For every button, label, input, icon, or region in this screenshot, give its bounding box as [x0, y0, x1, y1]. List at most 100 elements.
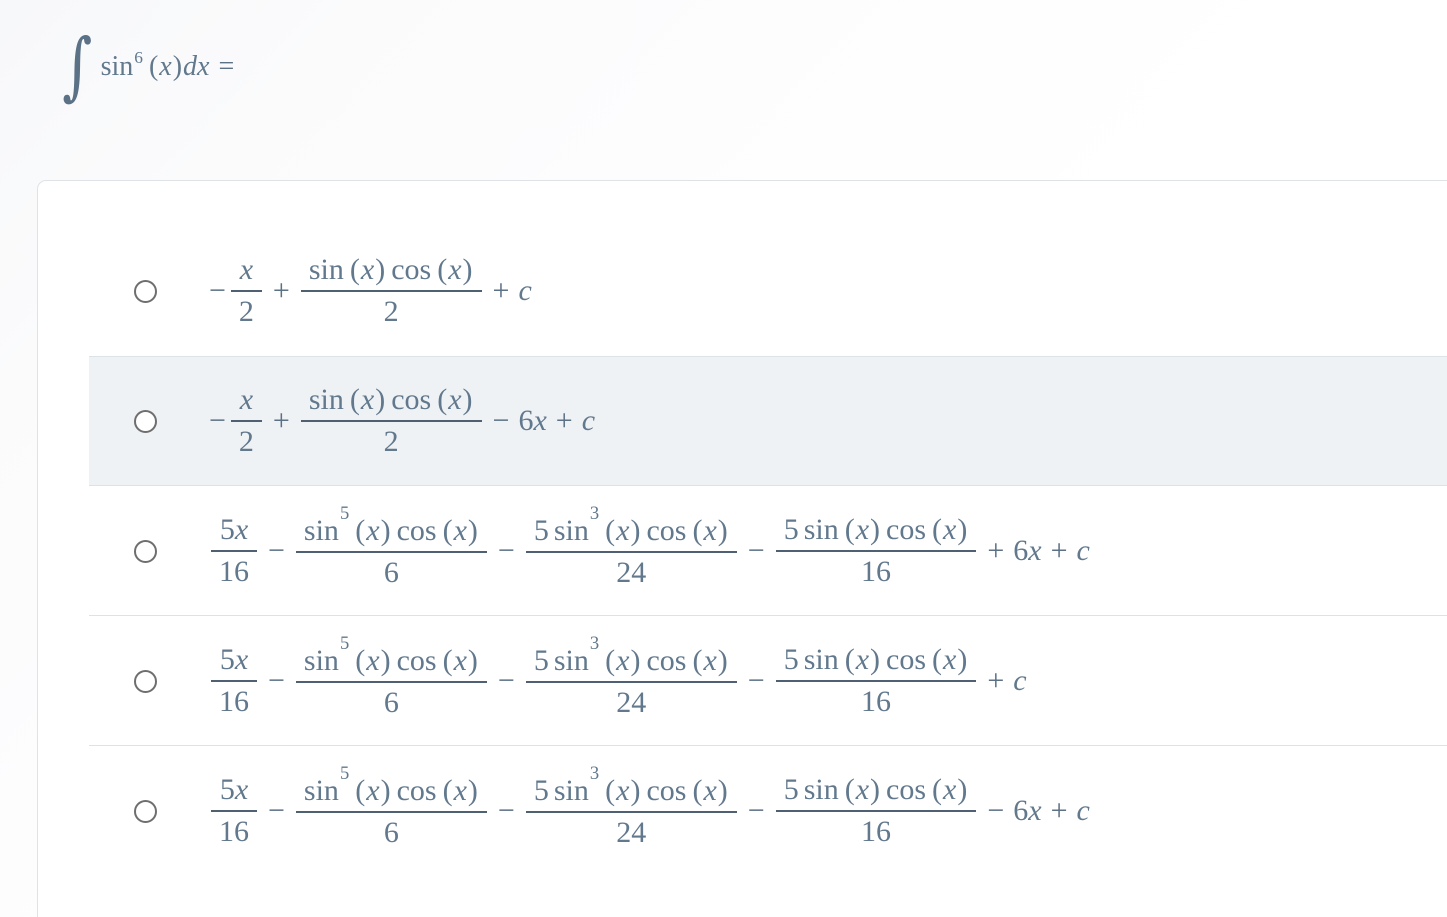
frac-den: 2 [383, 295, 399, 328]
op-plus: + [987, 664, 1005, 697]
option-row-2[interactable]: − x 2 + sin (x) cos (x) 2 − 6 x + c [89, 356, 1447, 486]
radio-cell-3[interactable] [89, 539, 201, 563]
sin-label: sin [553, 773, 589, 807]
op-minus: − [209, 404, 226, 437]
frac-num-coeff: 5 [533, 773, 549, 807]
sin-arg: x [855, 513, 870, 546]
op-minus: − [987, 794, 1005, 827]
option-row-3[interactable]: 5x 16 − sin5(x) cos (x) 6 − 5 sin3(x) co… [89, 486, 1447, 616]
op-plus: + [492, 274, 510, 307]
cos-label: cos [396, 643, 437, 677]
fraction-5sincos-over-16: 5 sin (x) cos (x) 16 [775, 513, 977, 588]
frac-num-coeff: 5 [533, 513, 549, 547]
frac-den: 24 [616, 555, 647, 589]
radio-cell-1[interactable] [89, 279, 201, 303]
prompt-sin: sin [100, 51, 134, 82]
radio-button-1[interactable] [133, 279, 157, 303]
prompt-variable: x [159, 51, 172, 82]
frac-den: 6 [383, 555, 399, 589]
sin-exponent: 5 [339, 762, 350, 784]
sin-exponent: 5 [339, 502, 350, 524]
fraction-5sincos-over-16: 5 sin (x) cos (x) 16 [775, 773, 977, 847]
sin-arg: x [616, 643, 630, 677]
sin-exponent: 3 [589, 632, 600, 654]
op-minus: − [497, 664, 515, 697]
option-row-4[interactable]: 5x 16 − sin5(x) cos (x) 6 − 5 sin3(x) co… [89, 616, 1447, 746]
sin-arg: x [360, 383, 375, 416]
sin-arg: x [616, 513, 630, 547]
cos-label: cos [396, 773, 437, 807]
sin-arg: x [366, 773, 380, 807]
fraction-5x-over-16: 5x 16 [211, 775, 257, 847]
op-minus: − [268, 534, 285, 567]
op-plus: + [555, 404, 573, 437]
radio-button-2[interactable] [133, 409, 157, 433]
frac-den: 16 [219, 685, 249, 718]
option-expression-2: − x 2 + sin (x) cos (x) 2 − 6 x + c [201, 385, 1447, 457]
radio-button-5[interactable] [133, 799, 157, 823]
radio-cell-4[interactable] [89, 669, 201, 693]
cos-arg: x [943, 773, 957, 806]
frac-num-coeff: 5 [219, 773, 235, 806]
option-expression-4: 5x 16 − sin5(x) cos (x) 6 − 5 sin3(x) co… [201, 634, 1447, 719]
fraction-5sin3cos-over-24: 5 sin3(x) cos (x) 24 [525, 764, 737, 849]
op-plus: + [272, 274, 290, 307]
radio-cell-2[interactable] [89, 409, 201, 433]
prompt-open-paren: ( [148, 51, 159, 82]
frac-num-var: x [234, 773, 249, 806]
frac-den: 24 [616, 815, 647, 849]
sin-exponent: 3 [589, 502, 600, 524]
prompt-differential-d: d [183, 51, 198, 82]
cos-arg: x [703, 643, 717, 677]
fraction-sincos-over-2: sin (x) cos (x) 2 [300, 253, 482, 328]
tail-coefficient: 6 [1013, 534, 1029, 567]
option-expression-5: 5x 16 − sin5(x) cos (x) 6 − 5 sin3(x) co… [201, 764, 1447, 849]
fraction-x-over-2: x 2 [230, 385, 262, 457]
sin-label: sin [553, 643, 589, 677]
sin-arg: x [360, 253, 375, 286]
prompt-expression: ∫ sin 6 ( x ) d x = [58, 30, 243, 103]
op-plus: + [987, 534, 1005, 567]
options-list: − x 2 + sin (x) cos (x) 2 + c − x 2 + si… [89, 226, 1447, 876]
cos-arg: x [448, 253, 462, 286]
frac-num-coeff: 5 [533, 643, 549, 677]
frac-den: 16 [219, 815, 249, 848]
op-plus: + [272, 404, 290, 437]
frac-den: 24 [616, 685, 647, 719]
tail-variable: x [533, 404, 547, 437]
op-plus: + [1050, 534, 1068, 567]
option-row-1[interactable]: − x 2 + sin (x) cos (x) 2 + c [89, 226, 1447, 356]
cos-arg: x [943, 643, 957, 676]
cos-label: cos [391, 383, 432, 416]
sin-label: sin [553, 513, 589, 547]
op-minus: − [747, 664, 765, 697]
answers-card: − x 2 + sin (x) cos (x) 2 + c − x 2 + si… [37, 180, 1447, 917]
radio-button-3[interactable] [133, 539, 157, 563]
sin-label: sin [303, 773, 339, 807]
frac-den: 16 [861, 555, 892, 588]
option-row-5[interactable]: 5x 16 − sin5(x) cos (x) 6 − 5 sin3(x) co… [89, 746, 1447, 876]
sin-arg: x [855, 773, 870, 806]
radio-button-4[interactable] [133, 669, 157, 693]
op-minus: − [268, 794, 285, 827]
frac-num-var: x [234, 643, 249, 676]
sin-exponent: 5 [339, 632, 350, 654]
cos-label: cos [646, 773, 687, 807]
fraction-5x-over-16: 5x 16 [211, 645, 257, 717]
option-expression-1: − x 2 + sin (x) cos (x) 2 + c [201, 255, 1447, 327]
op-minus: − [209, 274, 226, 307]
frac-den: 16 [219, 555, 249, 588]
radio-cell-5[interactable] [89, 799, 201, 823]
op-plus: + [1050, 794, 1068, 827]
sin-arg: x [366, 513, 380, 547]
cos-arg: x [453, 513, 467, 547]
fraction-sin5cos-over-6: sin5(x) cos (x) 6 [295, 634, 487, 718]
prompt-exponent: 6 [134, 48, 143, 68]
question-page: ∫ sin 6 ( x ) d x = − x 2 + sin (x) cos … [0, 0, 1447, 917]
op-minus: − [268, 664, 285, 697]
op-minus: − [497, 794, 515, 827]
fraction-5sin3cos-over-24: 5 sin3(x) cos (x) 24 [525, 634, 737, 719]
fraction-5sincos-over-16: 5 sin (x) cos (x) 16 [775, 643, 977, 717]
tail-coefficient: 6 [518, 404, 534, 437]
frac-num-coeff: 5 [783, 513, 799, 546]
